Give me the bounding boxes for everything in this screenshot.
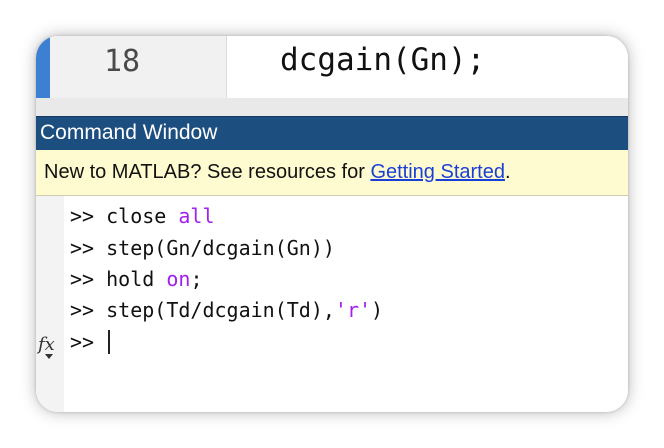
command-window-content[interactable]: >> close all >> step(Gn/dcgain(Gn)) >> h…	[36, 196, 628, 412]
command-gutter	[36, 196, 64, 412]
command-window-title: Command Window	[40, 121, 218, 144]
command-keyword: on	[166, 267, 191, 291]
function-browser-caret-icon[interactable]	[45, 354, 53, 359]
history-line: >> step(Td/dcgain(Td),'r')	[70, 298, 383, 322]
history-line: >> close all	[70, 204, 215, 228]
matlab-window: 18 dcgain(Gn); Command Window New to MAT…	[36, 36, 628, 412]
command-text: close	[106, 204, 179, 228]
command-window-titlebar[interactable]: Command Window	[36, 116, 628, 151]
prompt: >>	[70, 204, 95, 228]
command-text: step(Td/dcgain(Td),	[106, 298, 335, 322]
command-string: 'r'	[334, 298, 372, 322]
prompt: >>	[70, 267, 95, 291]
command-suffix: ;	[190, 267, 203, 291]
info-message: New to MATLAB? See resources for Getting…	[44, 161, 511, 184]
pane-divider[interactable]	[36, 98, 628, 116]
history-line: >> step(Gn/dcgain(Gn))	[70, 236, 335, 260]
prompt: >>	[70, 330, 95, 354]
editor-line-gutter: 18	[50, 36, 227, 98]
function-browser-icon[interactable]: fx	[38, 334, 55, 355]
command-text: hold	[106, 267, 167, 291]
info-suffix: .	[504, 161, 511, 183]
command-text: step(Gn/dcgain(Gn))	[106, 236, 335, 260]
command-suffix: )	[371, 298, 384, 322]
history-line: >> hold on;	[70, 267, 203, 291]
info-text: New to MATLAB? See resources for	[44, 161, 371, 183]
prompt: >>	[70, 298, 95, 322]
editor-current-line-marker	[36, 36, 50, 98]
command-keyword: all	[178, 204, 215, 228]
editor-code-line[interactable]: dcgain(Gn);	[280, 42, 485, 78]
editor-line-number: 18	[104, 44, 141, 79]
command-prompt-line[interactable]: >>	[70, 330, 111, 354]
prompt: >>	[70, 236, 95, 260]
editor-pane[interactable]: 18 dcgain(Gn);	[36, 36, 628, 98]
info-bar: New to MATLAB? See resources for Getting…	[36, 150, 628, 196]
text-cursor	[108, 330, 111, 354]
getting-started-link[interactable]: Getting Started	[370, 161, 505, 183]
